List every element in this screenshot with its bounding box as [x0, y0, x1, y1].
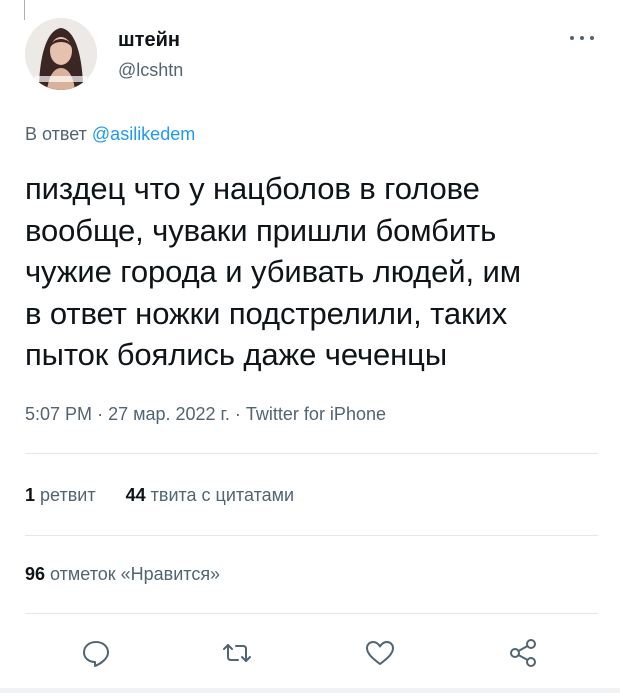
reply-to-prefix: В ответ — [25, 124, 87, 144]
likes-count: 96 — [25, 564, 46, 584]
user-display-name[interactable]: штейн — [118, 29, 180, 52]
tweet-text-line: чужие города и убивать людей, им — [25, 254, 521, 289]
quotes-count: 44 — [125, 485, 146, 505]
stats-row: 1 ретвит 44 твита с цитатами — [25, 485, 294, 506]
likes-label: отметок «Нравится» — [50, 564, 221, 584]
likes-stat[interactable]: 96 отметок «Нравится» — [25, 564, 220, 585]
retweets-stat[interactable]: 1 ретвит — [25, 485, 101, 505]
tweet-text: пиздец что у нацболов в голове вообще, ч… — [25, 168, 610, 376]
avatar[interactable] — [25, 18, 97, 90]
tweet-date[interactable]: 27 мар. 2022 г. — [108, 404, 230, 424]
retweets-count: 1 — [25, 485, 36, 505]
retweets-label: ретвит — [40, 485, 96, 505]
reply-to-handle-link[interactable]: @asilikedem — [92, 124, 195, 144]
heart-icon[interactable] — [362, 635, 398, 671]
divider — [25, 535, 598, 536]
divider — [25, 453, 598, 454]
tweet-text-line: пыток боялись даже чеченцы — [25, 337, 448, 372]
user-handle[interactable]: @lcshtn — [118, 60, 183, 81]
divider — [25, 613, 598, 614]
quotes-stat[interactable]: 44 твита с цитатами — [126, 485, 294, 505]
tweet-text-line: в ответ ножки подстрелили, таких — [25, 295, 508, 331]
reply-icon[interactable] — [78, 635, 114, 671]
left-edge-divider — [24, 0, 25, 20]
tweet-source[interactable]: Twitter for iPhone — [246, 404, 386, 424]
meta-separator: · — [234, 404, 246, 424]
quotes-label: твита с цитатами — [150, 485, 295, 505]
reply-to-line: В ответ @asilikedem — [25, 124, 195, 145]
avatar-image — [25, 18, 97, 90]
bottom-edge — [0, 688, 620, 693]
share-icon[interactable] — [505, 635, 541, 671]
tweet-meta: 5:07 PM · 27 мар. 2022 г. · Twitter for … — [25, 404, 386, 425]
tweet-time[interactable]: 5:07 PM — [25, 404, 92, 424]
tweet-text-line: пиздец что у нацболов в голове — [25, 171, 480, 206]
more-dots-icon[interactable] — [566, 30, 598, 46]
tweet-text-line: вообще, чуваки пришли бомбить — [25, 212, 497, 248]
meta-separator: · — [97, 404, 109, 424]
retweet-icon[interactable] — [219, 635, 255, 671]
